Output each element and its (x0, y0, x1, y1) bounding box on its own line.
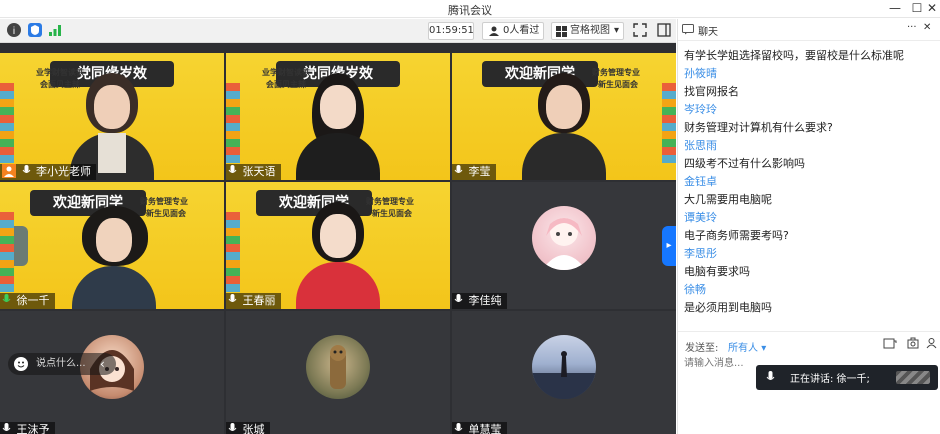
participant-avatar (532, 335, 596, 399)
participant-video (296, 73, 380, 180)
user-icon[interactable] (926, 337, 937, 352)
viewers-button[interactable]: 0人看过 (482, 22, 544, 40)
video-tile[interactable]: 说点什么... ‹ 王沫予 (0, 311, 224, 434)
mic-icon (22, 165, 31, 176)
chat-message-sender[interactable]: 金钰卓 (684, 173, 936, 191)
video-tile[interactable]: 单慧莹 (452, 311, 676, 434)
next-page-button[interactable]: ▸ (662, 226, 676, 266)
chat-message-list: 有学长学姐选择留校吗，要留校是什么标准呢 孙筱晴 找官网报名 岑玲玲 财务管理对… (684, 47, 936, 317)
chevron-down-icon: ▾ (761, 343, 767, 354)
chat-icon (682, 23, 694, 38)
signal-icon (48, 23, 62, 37)
video-tile[interactable]: 欢迎新同学 财务管理专业 新生见面会 李莹 (452, 53, 676, 180)
emoji-icon[interactable] (14, 357, 28, 371)
chat-message-sender[interactable]: 孙筱晴 (684, 65, 936, 83)
chat-message-text: 有学长学姐选择留校吗，要留校是什么标准呢 (684, 49, 904, 62)
mic-active-icon (2, 294, 11, 305)
shield-icon[interactable] (28, 23, 42, 37)
chat-message-sender[interactable]: 张思雨 (684, 137, 936, 155)
layout-button[interactable]: 宫格视图 ▾ (551, 22, 624, 40)
screenshot-icon[interactable] (907, 337, 919, 352)
send-to-select[interactable]: 所有人 ▾ (728, 339, 766, 354)
chat-header: 聊天 ··· ✕ (678, 19, 940, 41)
video-tile[interactable]: 欢迎新同学 财务管理专业 新生见面会 徐一千 (0, 182, 224, 309)
participant-avatar (306, 335, 370, 399)
chat-panel: 聊天 ··· ✕ 有学长学姐选择留校吗，要留校是什么标准呢 孙筱晴 找官网报名 … (677, 19, 940, 434)
speaker-avatars (896, 371, 930, 384)
host-icon (2, 164, 16, 178)
mic-icon (454, 165, 463, 176)
video-tile[interactable]: 党同缘岁效 业学财智读铁 会面贝主辣 李小光老师 (0, 53, 224, 180)
participant-video (72, 206, 156, 309)
mic-icon (228, 165, 237, 176)
info-icon[interactable]: i (7, 23, 21, 37)
title-bar: 腾讯会议 — ☐ ✕ (0, 0, 940, 18)
participant-name: 徐一千 (0, 293, 55, 309)
participant-name: 李莹 (452, 164, 496, 180)
chat-message-sender[interactable]: 谭美玲 (684, 209, 936, 227)
left-scroll-handle[interactable] (14, 226, 28, 266)
banner-decoration (0, 83, 14, 163)
chat-close-button[interactable]: ✕ (923, 22, 931, 33)
chat-message-text: 电子商务师需要考吗? (684, 229, 789, 242)
mic-icon (228, 294, 237, 305)
fullscreen-icon[interactable] (633, 23, 647, 37)
people-icon (488, 25, 500, 43)
chat-message-text: 电脑有要求吗 (684, 265, 750, 278)
participant-name: 李佳纯 (452, 293, 507, 309)
video-grid: 党同缘岁效 业学财智读铁 会面贝主辣 李小光老师 党同缘岁效 业学财智读铁 会面… (0, 43, 676, 434)
chat-message-sender[interactable]: 李思彤 (684, 245, 936, 263)
mic-icon (2, 423, 11, 434)
window-title: 腾讯会议 (448, 4, 492, 17)
participant-name: 张天语 (226, 164, 281, 180)
grid-view-icon (556, 26, 567, 43)
speaking-label: 正在讲话: 徐一千; (790, 374, 870, 385)
sidebar-toggle-icon[interactable] (657, 23, 671, 37)
svg-text:i: i (13, 26, 15, 37)
participant-avatar (532, 206, 596, 270)
banner-decoration (662, 83, 676, 163)
participant-video (296, 202, 380, 309)
comment-placeholder: 说点什么... (36, 358, 86, 369)
file-icon[interactable] (883, 337, 897, 352)
more-options-icon[interactable]: ··· (907, 22, 917, 33)
chat-title: 聊天 (698, 27, 718, 38)
close-button[interactable]: ✕ (921, 0, 940, 18)
chat-message-text: 大几需要用电脑呢 (684, 193, 772, 206)
speaking-indicator: 正在讲话: 徐一千; (756, 365, 938, 390)
chevron-right-icon: ▸ (666, 240, 672, 251)
minimize-button[interactable]: — (884, 0, 906, 18)
chat-message-text: 是必须用到电脑吗 (684, 301, 772, 314)
participant-video (522, 73, 606, 180)
chat-message-text: 找官网报名 (684, 85, 739, 98)
send-to-label: 发送至: (685, 343, 719, 354)
mic-icon (228, 423, 237, 434)
banner-decoration (0, 212, 14, 292)
mic-icon (766, 371, 775, 386)
chat-message-sender[interactable]: 岑玲玲 (684, 101, 936, 119)
chat-message-sender[interactable]: 徐畅 (684, 281, 936, 299)
mic-icon (454, 294, 463, 305)
participant-name: 王沫予 (0, 422, 55, 434)
mic-icon (454, 423, 463, 434)
chevron-down-icon: ▾ (613, 25, 619, 36)
banner-decoration (226, 212, 240, 292)
participant-name: 李小光老师 (0, 164, 96, 180)
layout-label: 宫格视图 (570, 25, 610, 36)
video-tile[interactable]: 张城 (226, 311, 450, 434)
participant-name: 单慧莹 (452, 422, 507, 434)
viewers-count: 0人看过 (503, 25, 540, 36)
comment-bar[interactable]: 说点什么... ‹ (8, 353, 116, 375)
video-tile[interactable]: 党同缘岁效 业学财智读铁 会面贝主辣 张天语 (226, 53, 450, 180)
chat-message-text: 财务管理对计算机有什么要求? (684, 121, 833, 134)
chevron-left-icon[interactable]: ‹ (100, 353, 105, 375)
video-tile[interactable]: ▸ 李佳纯 (452, 182, 676, 309)
banner-decoration (226, 83, 240, 163)
participant-name: 张城 (226, 422, 270, 434)
participant-name: 王春丽 (226, 293, 281, 309)
meeting-timer: 01:59:51 (428, 22, 474, 40)
meeting-toolbar: i 01:59:51 0人看过 宫格视图 ▾ (0, 19, 676, 43)
chat-message-text: 四级考不过有什么影响吗 (684, 157, 805, 170)
video-tile[interactable]: 欢迎新同学 财务管理专业 新生见面会 王春丽 (226, 182, 450, 309)
